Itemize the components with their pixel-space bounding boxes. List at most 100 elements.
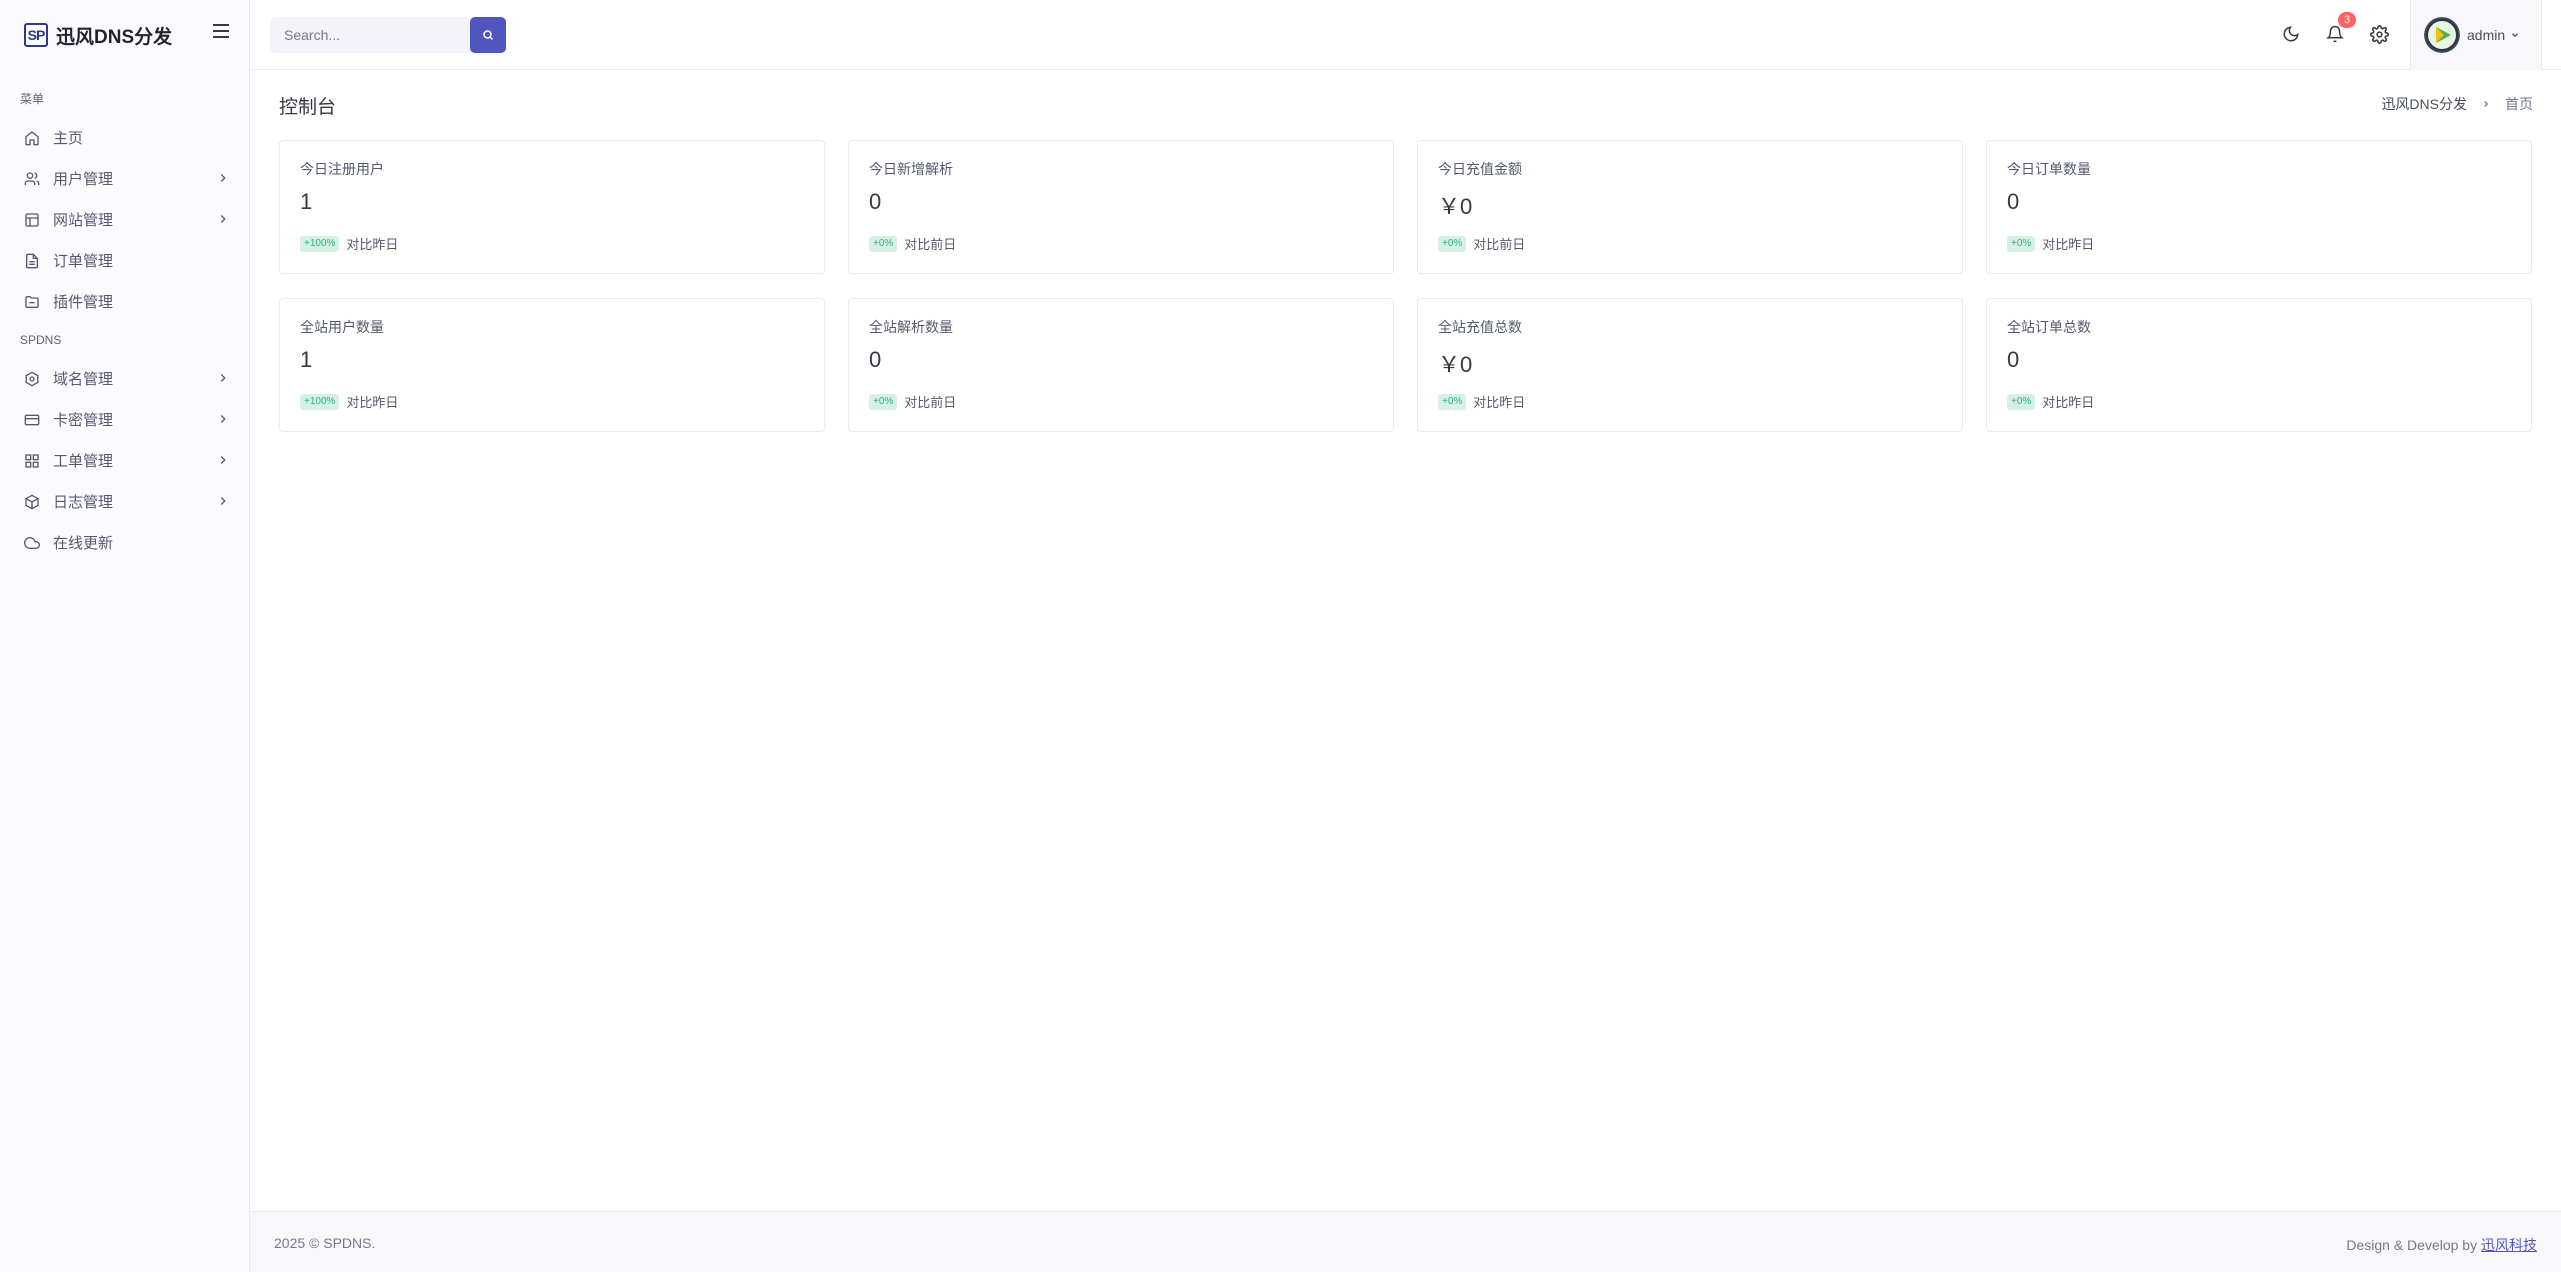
stat-compare-text: 对比昨日: [2042, 395, 2095, 410]
home-icon: [24, 130, 40, 146]
stat-value: 0: [2007, 189, 2020, 214]
stat-change-badge: +0%: [2007, 235, 2036, 252]
chevron-right-icon: [220, 174, 226, 182]
stat-card: 全站充值总数 ￥0 +0% 对比昨日: [1417, 298, 1963, 432]
search-input[interactable]: [270, 17, 448, 53]
sidebar-item-label: 日志管理: [53, 494, 114, 511]
stat-value: ￥0: [1438, 194, 1473, 219]
sidebar: SP 迅风DNS分发 菜单 主页 用户管理 网站管理 订单管理 插件管理 SPD…: [0, 0, 250, 1272]
sidebar-item-logs[interactable]: 日志管理: [0, 481, 250, 522]
stat-card: 全站用户数量 1 +100% 对比昨日: [279, 298, 825, 432]
stat-value: ￥0: [1438, 352, 1473, 377]
stat-label: 全站充值总数: [1438, 319, 1522, 335]
chevron-right-icon: [220, 415, 226, 423]
user-name: admin: [2467, 27, 2506, 43]
topbar: 3 admin: [250, 0, 2561, 70]
stat-compare-text: 对比昨日: [2042, 237, 2095, 252]
stat-change-badge: +0%: [1438, 235, 1467, 252]
stat-label: 全站订单总数: [2007, 319, 2091, 335]
sidebar-item-label: 订单管理: [53, 253, 114, 270]
footer: 2025 © SPDNS. Design & Develop by 迅风科技: [250, 1211, 2561, 1272]
menu-toggle-icon[interactable]: [213, 24, 229, 40]
table-icon: [24, 212, 40, 228]
gear-icon[interactable]: [2368, 23, 2390, 45]
settings-icon: [24, 371, 40, 387]
stat-card: 全站解析数量 0 +0% 对比前日: [848, 298, 1394, 432]
chevron-right-icon: [220, 456, 226, 464]
stat-change-badge: +0%: [869, 393, 898, 410]
stat-card: 全站订单总数 0 +0% 对比昨日: [1986, 298, 2532, 432]
footer-credit-prefix: Design & Develop by: [2346, 1237, 2478, 1253]
moon-icon[interactable]: [2280, 23, 2302, 45]
sidebar-item-users[interactable]: 用户管理: [0, 158, 250, 199]
sidebar-item-label: 域名管理: [53, 371, 114, 388]
grid-icon: [24, 453, 40, 469]
footer-credit: Design & Develop by 迅风科技: [2346, 1235, 2537, 1255]
user-menu[interactable]: admin: [2410, 0, 2542, 70]
breadcrumb: 迅风DNS分发 首页: [2381, 94, 2533, 114]
stat-value: 0: [2007, 347, 2020, 372]
sidebar-item-cards[interactable]: 卡密管理: [0, 399, 250, 440]
stat-value: 1: [300, 189, 313, 214]
stat-compare-text: 对比前日: [904, 395, 957, 410]
chevron-down-icon: [2512, 33, 2519, 38]
stat-compare-text: 对比前日: [1473, 237, 1526, 252]
sidebar-item-domains[interactable]: 域名管理: [0, 358, 250, 399]
page-title: 控制台: [279, 97, 337, 118]
stat-value: 1: [300, 347, 313, 372]
breadcrumb-current: 首页: [2505, 96, 2533, 112]
stat-value: 0: [869, 347, 882, 372]
stat-compare-text: 对比昨日: [346, 395, 399, 410]
credit-card-icon: [24, 412, 40, 428]
menu-section-title: 菜单: [20, 92, 45, 106]
stat-change-badge: +100%: [300, 235, 340, 252]
footer-credit-link[interactable]: 迅风科技: [2481, 1237, 2537, 1253]
stat-change-badge: +0%: [1438, 393, 1467, 410]
file-text-icon: [24, 253, 40, 269]
chevron-right-icon: [220, 215, 226, 223]
sidebar-item-label: 插件管理: [53, 294, 114, 311]
stat-label: 今日新增解析: [869, 161, 953, 177]
stat-card: 今日订单数量 0 +0% 对比昨日: [1986, 140, 2532, 274]
stat-label: 今日充值金额: [1438, 161, 1522, 177]
sidebar-item-label: 网站管理: [53, 212, 114, 229]
brand[interactable]: SP 迅风DNS分发: [0, 0, 249, 70]
stat-compare-text: 对比昨日: [1473, 395, 1526, 410]
sidebar-item-plugins[interactable]: 插件管理: [0, 281, 250, 322]
search-icon: [483, 30, 494, 41]
stat-change-badge: +100%: [300, 393, 340, 410]
stat-label: 今日订单数量: [2007, 161, 2091, 177]
stat-label: 今日注册用户: [300, 161, 384, 177]
stat-card: 今日新增解析 0 +0% 对比前日: [848, 140, 1394, 274]
sidebar-item-label: 用户管理: [53, 171, 114, 188]
sidebar-item-label: 工单管理: [53, 453, 114, 470]
search-button[interactable]: [470, 17, 506, 53]
stat-label: 全站解析数量: [869, 319, 953, 335]
stat-change-badge: +0%: [869, 235, 898, 252]
sidebar-item-websites[interactable]: 网站管理: [0, 199, 250, 240]
stat-change-badge: +0%: [2007, 393, 2036, 410]
brand-name: 迅风DNS分发: [56, 26, 173, 48]
sidebar-item-label: 在线更新: [53, 535, 114, 552]
sidebar-item-home[interactable]: 主页: [0, 117, 250, 158]
menu-section-title: SPDNS: [20, 333, 62, 347]
sidebar-item-update[interactable]: 在线更新: [0, 522, 250, 563]
chevron-right-icon: [220, 374, 226, 382]
sidebar-item-label: 主页: [53, 130, 84, 147]
stat-card: 今日充值金额 ￥0 +0% 对比前日: [1417, 140, 1963, 274]
breadcrumb-item[interactable]: 迅风DNS分发: [2381, 94, 2467, 114]
notification-badge: 3: [2338, 12, 2356, 28]
copyright-text: 2025 © SPDNS.: [274, 1235, 376, 1251]
stat-label: 全站用户数量: [300, 319, 384, 335]
folder-icon: [24, 294, 40, 310]
avatar: [2424, 17, 2460, 53]
stat-value: 0: [869, 189, 882, 214]
stat-compare-text: 对比昨日: [346, 237, 399, 252]
package-icon: [24, 494, 40, 510]
sidebar-item-tickets[interactable]: 工单管理: [0, 440, 250, 481]
search-box: [270, 17, 506, 53]
breadcrumb-separator-icon: [2481, 96, 2491, 112]
cloud-icon: [24, 535, 40, 551]
sidebar-item-orders[interactable]: 订单管理: [0, 240, 250, 281]
chevron-right-icon: [220, 497, 226, 505]
